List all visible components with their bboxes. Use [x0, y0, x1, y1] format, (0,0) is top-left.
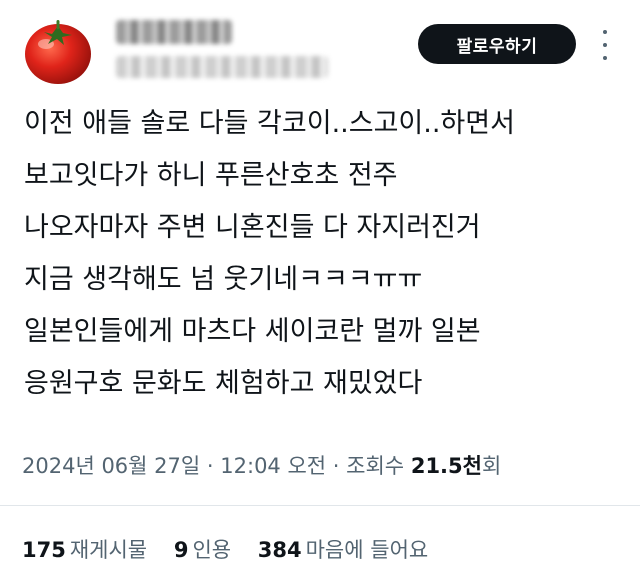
likes-count: 384	[257, 538, 302, 562]
tweet-stats: 175 재게시물 9 인용 384 마음에 들어요	[22, 530, 448, 570]
tweet-line: 나오자마자 주변 니혼진들 다 자지러진거	[24, 212, 481, 243]
retweets-label: 재게시물	[69, 538, 148, 562]
post-time[interactable]: 12:04 오전	[220, 454, 326, 478]
quotes-stat[interactable]: 9 인용	[174, 530, 231, 570]
tweet-card: 팔로우하기 이전 애들 솔로 다들 각코이..스고이..하면서 보고잇다가 하니…	[0, 0, 640, 586]
post-date[interactable]: 2024년 06월 27일	[22, 454, 200, 478]
views-count[interactable]: 21.5천	[411, 454, 482, 478]
views-unit: 회	[481, 454, 502, 478]
likes-stat[interactable]: 384 마음에 들어요	[258, 530, 428, 570]
more-dot	[603, 43, 607, 47]
views-label: 조회수	[346, 454, 405, 478]
divider	[0, 505, 640, 506]
retweets-stat[interactable]: 175 재게시물	[22, 530, 147, 570]
tweet-line: 이전 애들 솔로 다들 각코이..스고이..하면서	[24, 108, 515, 139]
tweet-line: 응원구호 문화도 체험하고 재밌었다	[24, 368, 423, 399]
more-icon[interactable]	[598, 30, 612, 60]
meta-separator: ·	[332, 454, 340, 478]
more-dot	[603, 56, 607, 60]
tweet-line: 지금 생각해도 넘 웃기네ㅋㅋㅋㅠㅠ	[24, 264, 423, 295]
tomato-avatar-image	[22, 14, 94, 86]
tweet-line: 일본인들에게 마츠다 세이코란 멀까 일본	[24, 316, 481, 347]
quotes-label: 인용	[192, 538, 232, 562]
user-handle-redacted	[116, 56, 328, 78]
retweets-count: 175	[22, 538, 66, 562]
meta-separator: ·	[206, 454, 214, 478]
more-dot	[603, 30, 607, 34]
avatar[interactable]	[22, 14, 94, 86]
display-name-redacted	[116, 20, 232, 44]
tweet-text: 이전 애들 솔로 다들 각코이..스고이..하면서 보고잇다가 하니 푸른산호초…	[24, 98, 630, 410]
likes-label: 마음에 들어요	[305, 538, 429, 562]
quotes-count: 9	[173, 538, 189, 562]
follow-button[interactable]: 팔로우하기	[418, 24, 576, 64]
tweet-meta: 2024년 06월 27일 · 12:04 오전 · 조회수 21.5천회	[22, 446, 501, 486]
tweet-line: 보고잇다가 하니 푸른산호초 전주	[24, 160, 398, 191]
